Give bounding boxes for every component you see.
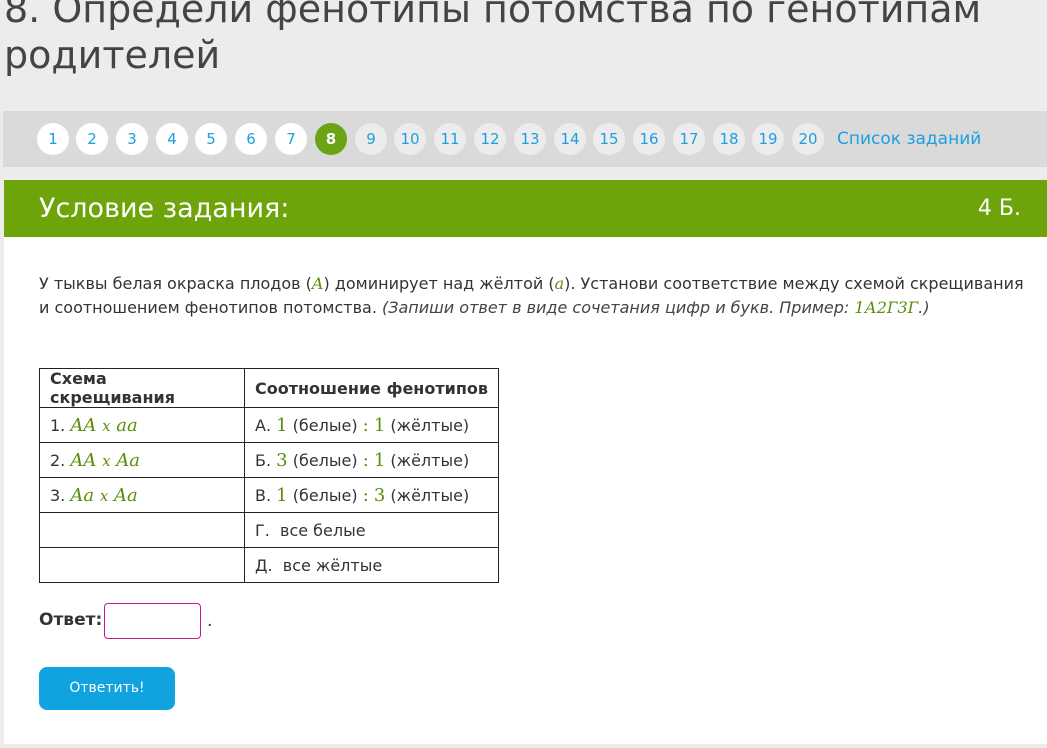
cross-cell: 3. Aa x Aa <box>39 477 245 513</box>
page-number-2[interactable]: 2 <box>76 123 108 155</box>
cross-number: 3. <box>50 485 66 505</box>
task-pager: 1 2 3 4 5 6 7 8 9 10 11 12 13 14 15 16 1… <box>3 111 1047 167</box>
cross-number: 2. <box>50 450 66 470</box>
page-number-12[interactable]: 12 <box>474 123 506 155</box>
table-row: 2. AA x Aa Б. 3 (белые) : 1 (жёлтые) <box>39 442 499 478</box>
page-number-11[interactable]: 11 <box>434 123 466 155</box>
task-hint: (Запиши ответ в виде сочетания цифр и бу… <box>382 298 930 317</box>
ratio-text: все белые <box>280 520 366 540</box>
header-phenotype-ratio: Соотношение фенотипов <box>244 368 499 408</box>
cross-cell: 1. AA x aa <box>39 407 245 443</box>
page-number-1[interactable]: 1 <box>37 123 69 155</box>
ratio-cell: Б. 3 (белые) : 1 (жёлтые) <box>244 442 499 478</box>
cross-symbol: x <box>99 486 109 505</box>
table-row: 1. AA x aa А. 1 (белые) : 1 (жёлтые) <box>39 407 499 443</box>
page-number-3[interactable]: 3 <box>116 123 148 155</box>
cross-symbol: x <box>102 451 111 470</box>
parent-genotype: aa <box>116 414 138 436</box>
page-number-9[interactable]: 9 <box>355 123 387 155</box>
phenotype-white: (белые) <box>292 450 358 470</box>
page-number-4[interactable]: 4 <box>156 123 188 155</box>
allele-dominant: A <box>311 274 324 293</box>
ratio-value: 3 <box>373 484 386 506</box>
ratio-cell: Г. все белые <box>244 512 499 548</box>
header-cross-scheme: Схема скрещивания <box>39 368 245 408</box>
hint-start: (Запиши ответ в виде сочетания цифр и бу… <box>381 298 855 317</box>
page-title: 8. Определи фенотипы потомства по геноти… <box>4 0 982 77</box>
answer-input[interactable] <box>104 603 201 639</box>
cross-symbol: x <box>102 416 111 435</box>
parent-genotype: Aa <box>114 484 138 506</box>
page-number-8-current[interactable]: 8 <box>315 123 347 155</box>
page-number-17[interactable]: 17 <box>673 123 705 155</box>
genotype-cross: AA x Aa <box>70 450 140 471</box>
ratio-value: 1 <box>373 449 386 471</box>
ratio-text: все жёлтые <box>282 555 383 575</box>
allele-recessive: a <box>554 274 565 293</box>
ratio-value: 1 <box>276 414 288 436</box>
page-number-18[interactable]: 18 <box>713 123 745 155</box>
ratio-letter: Г. <box>255 520 270 540</box>
genotype-cross: Aa x Aa <box>70 485 137 506</box>
page-number-15[interactable]: 15 <box>593 123 625 155</box>
page-number-10[interactable]: 10 <box>394 123 426 155</box>
parent-genotype: Aa <box>116 449 141 471</box>
ratio-colon: : <box>362 484 369 506</box>
ratio-value: 3 <box>276 449 288 471</box>
task-statement: У тыквы белая окраска плодов (A) доминир… <box>39 272 1029 320</box>
phenotype-white: (белые) <box>292 485 358 505</box>
page-number-19[interactable]: 19 <box>752 123 784 155</box>
table-row: 3. Aa x Aa В. 1 (белые) : 3 (жёлтые) <box>39 477 499 513</box>
page-number-14[interactable]: 14 <box>554 123 586 155</box>
submit-answer-button[interactable]: Ответить! <box>39 667 175 710</box>
ratio-letter: А. <box>255 415 272 435</box>
genotype-cross: AA x aa <box>70 415 137 436</box>
phenotype-yellow: (жёлтые) <box>390 415 470 435</box>
task-list-link[interactable]: Список заданий <box>837 123 981 155</box>
page-number-20[interactable]: 20 <box>792 123 824 155</box>
hint-example: 1А2Г3Г <box>854 298 919 317</box>
page-number-6[interactable]: 6 <box>235 123 267 155</box>
cross-number: 1. <box>50 415 66 435</box>
ratio-cell: А. 1 (белые) : 1 (жёлтые) <box>244 407 499 443</box>
page-number-13[interactable]: 13 <box>514 123 546 155</box>
task-header-title: Условие задания: <box>39 193 290 224</box>
cross-table: Схема скрещивания Соотношение фенотипов … <box>39 368 499 583</box>
table-row: Д. все жёлтые <box>39 547 499 583</box>
task-text-1: У тыквы белая окраска плодов ( <box>39 274 312 293</box>
task-score: 4 Б. <box>977 196 1021 221</box>
ratio-letter: В. <box>255 485 272 505</box>
answer-period: . <box>207 611 213 631</box>
phenotype-white: (белые) <box>292 415 358 435</box>
empty-cell <box>39 547 245 583</box>
ratio-letter: Д. <box>255 555 273 575</box>
hint-end: .) <box>918 298 930 317</box>
table-header-row: Схема скрещивания Соотношение фенотипов <box>39 368 499 408</box>
task-card: Условие задания: 4 Б. У тыквы белая окра… <box>4 180 1047 744</box>
cross-cell: 2. AA x Aa <box>39 442 245 478</box>
task-text-2: ) доминирует над жёлтой ( <box>323 274 555 293</box>
parent-genotype: AA <box>70 449 97 471</box>
parent-genotype: AA <box>70 414 97 436</box>
ratio-cell: В. 1 (белые) : 3 (жёлтые) <box>244 477 499 513</box>
phenotype-yellow: (жёлтые) <box>390 485 470 505</box>
ratio-colon: : <box>362 414 369 436</box>
page-number-5[interactable]: 5 <box>195 123 227 155</box>
task-header: Условие задания: 4 Б. <box>4 180 1047 237</box>
ratio-value: 1 <box>373 414 386 436</box>
phenotype-yellow: (жёлтые) <box>390 450 470 470</box>
answer-label: Ответ: <box>39 610 103 630</box>
ratio-letter: Б. <box>255 450 272 470</box>
page-number-7[interactable]: 7 <box>275 123 307 155</box>
ratio-cell: Д. все жёлтые <box>244 547 499 583</box>
page-number-16[interactable]: 16 <box>633 123 665 155</box>
ratio-colon: : <box>362 449 369 471</box>
table-row: Г. все белые <box>39 512 499 548</box>
empty-cell <box>39 512 245 548</box>
parent-genotype: Aa <box>70 484 95 506</box>
ratio-value: 1 <box>276 484 288 506</box>
